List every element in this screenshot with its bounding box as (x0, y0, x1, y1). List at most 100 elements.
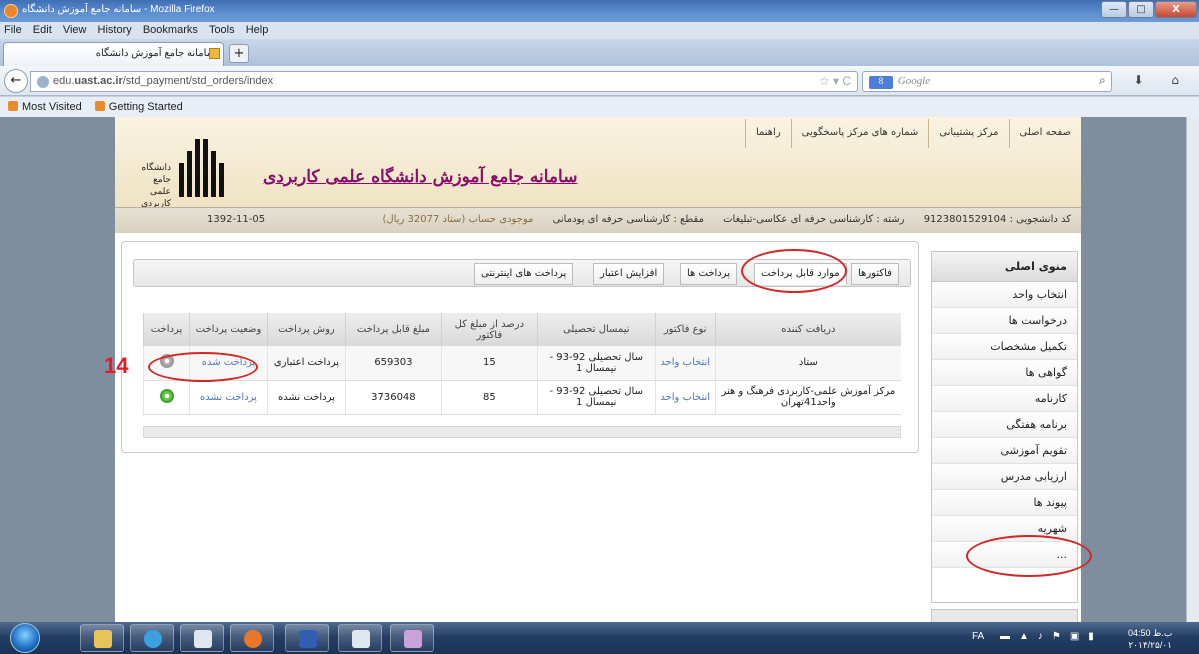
col-method[interactable]: روش پرداخت (266, 313, 346, 346)
toolbar-icons[interactable]: ⌕ ⬇ ⌂ (1099, 73, 1191, 88)
col-status[interactable]: وضعیت پرداخت (189, 313, 268, 346)
side-menu-item-transcript[interactable]: کارنامه (932, 386, 1077, 412)
nav-hotline[interactable]: شماره های مرکز پاسخگویی (790, 119, 929, 148)
table-row: ستاد انتخاب واحد سال تحصیلی 92-93 - نیمس… (142, 346, 901, 381)
tab-payments[interactable]: پرداخت ها (680, 263, 738, 285)
bookmark-getting-started[interactable]: Getting Started (94, 101, 183, 113)
side-menu-item-certificates[interactable]: گواهی ها (932, 360, 1077, 386)
minimize-button[interactable]: — (1101, 1, 1127, 18)
cell-type: انتخاب واحد (654, 380, 716, 415)
side-menu-item-course-selection[interactable]: انتخاب واحد (932, 282, 1077, 308)
cell-method: پرداخت اعتباری (266, 346, 346, 381)
annotation-circle-tuition-menu (966, 535, 1092, 577)
paint-icon (404, 630, 422, 648)
url-input[interactable]: edu.uast.ac.ir/std_payment/std_orders/in… (30, 71, 858, 92)
student-level: مقطع : کارشناسی حرفه ای پودمانی (552, 214, 704, 225)
side-menu-item-weekly-schedule[interactable]: برنامه هفتگی (932, 412, 1077, 438)
col-receiver[interactable]: دریافت کننده (714, 313, 901, 346)
firefox-icon (4, 4, 18, 18)
url-prefix: edu. (53, 75, 75, 87)
taskbar-explorer[interactable] (80, 624, 124, 652)
annotation-circle-paid-status (148, 352, 258, 382)
menu-edit[interactable]: Edit (29, 22, 56, 36)
folder-icon (94, 630, 112, 648)
nav-help[interactable]: راهنما (744, 119, 791, 148)
site-title[interactable]: سامانه جامع آموزش دانشگاه علمی کاربردی (263, 167, 577, 187)
logo-text: دانشگاه جامع علمی کاربردی (141, 163, 171, 209)
vertical-scrollbar[interactable] (1186, 117, 1199, 622)
window-titlebar: سامانه جامع آموزش دانشگاه - Mozilla Fire… (0, 0, 1199, 22)
tray-language[interactable]: FA (972, 631, 984, 642)
tray-clock[interactable]: 04:50 ب.ظ ۲۰۱۴/۲۵/۰۱ (1128, 627, 1172, 651)
menu-file[interactable]: File (0, 22, 26, 36)
new-tab-button[interactable]: + (229, 44, 249, 63)
cell-term: سال تحصیلی 92-93 - نیمسال 1 (536, 380, 656, 415)
nav-home[interactable]: صفحه اصلی (1008, 119, 1081, 148)
cell-method: پرداخت نشده (266, 380, 346, 415)
invoice-type-link[interactable]: انتخاب واحد (660, 357, 710, 368)
student-info-bar: کد دانشجویی : 9123801529104 رشته : کارشن… (115, 207, 1081, 233)
taskbar-word[interactable] (285, 624, 329, 652)
side-menu-item-teacher-evaluation[interactable]: ارزیابی مدرس (932, 464, 1077, 490)
menu-tools[interactable]: Tools (205, 22, 239, 36)
tray-icons[interactable]: ▬▲♪⚑▣▮ (1000, 631, 1103, 642)
col-invoice-type[interactable]: نوع فاکتور (654, 313, 716, 346)
taskbar-firefox[interactable] (230, 624, 274, 652)
search-input[interactable]: 8 Google (862, 71, 1112, 92)
browser-tab[interactable]: سامانه جامع آموزش دانشگاه (3, 42, 224, 66)
tab-internet-payments[interactable]: پرداخت های اینترنتی (474, 263, 574, 285)
bookmark-star-icon[interactable]: ☆ ▾ C (819, 74, 851, 88)
site-identity-icon (37, 76, 49, 88)
taskbar-app1[interactable] (180, 624, 224, 652)
taskbar-paint[interactable] (390, 624, 434, 652)
taskbar-ie[interactable] (130, 624, 174, 652)
student-major: رشته : کارشناسی حرفه ای عکاسی-تبلیغات (723, 214, 905, 225)
menu-bookmarks[interactable]: Bookmarks (139, 22, 202, 36)
menu-bar: File Edit View History Bookmarks Tools H… (0, 22, 1199, 39)
word-icon (299, 630, 317, 648)
cell-type: انتخاب واحد (654, 346, 716, 381)
site-container: صفحه اصلی مرکز پشتیبانی شماره های مرکز پ… (115, 117, 1081, 622)
side-menu-item-links[interactable]: پیوند ها (932, 490, 1077, 516)
top-navigation: صفحه اصلی مرکز پشتیبانی شماره های مرکز پ… (744, 119, 1081, 148)
cell-term: سال تحصیلی 92-93 - نیمسال 1 (536, 346, 656, 381)
side-menu-item-profile[interactable]: تکمیل مشخصات (932, 334, 1077, 360)
search-engine-icon[interactable]: 8 (869, 76, 893, 89)
start-button[interactable] (10, 623, 40, 653)
maximize-button[interactable]: □ (1128, 1, 1154, 18)
cell-amount: 3736048 (344, 380, 442, 415)
menu-help[interactable]: Help (242, 22, 273, 36)
invoice-type-link[interactable]: انتخاب واحد (660, 392, 710, 403)
pay-button-icon[interactable] (159, 388, 174, 403)
col-pay[interactable]: پرداخت (142, 313, 190, 346)
close-button[interactable]: X (1155, 1, 1197, 18)
cell-receiver: مرکز آموزش علمی-کاربردی فرهنگ و هنر واحد… (714, 380, 901, 415)
window-app-icon (194, 630, 212, 648)
bookmark-most-visited[interactable]: Most Visited (8, 101, 82, 113)
side-menu-header: منوی اصلی (932, 252, 1077, 282)
cell-receiver: ستاد (714, 346, 901, 381)
account-balance: موجودی حساب (ستاد 32077 ریال) (382, 214, 534, 225)
nav-support[interactable]: مرکز پشتیبانی (928, 119, 1008, 148)
menu-history[interactable]: History (94, 22, 136, 36)
side-menu-item-requests[interactable]: درخواست ها (932, 308, 1077, 334)
menu-view[interactable]: View (59, 22, 91, 36)
tab-invoices[interactable]: فاکتورها (851, 263, 899, 285)
url-path: /std_payment/std_orders/index (122, 75, 274, 87)
col-percent[interactable]: درصد از مبلغ کل فاکتور (440, 313, 538, 346)
cell-percent: 85 (440, 380, 538, 415)
page-favicon-icon (209, 48, 220, 59)
university-logo (177, 129, 229, 197)
back-button[interactable]: ← (4, 69, 28, 93)
window-app-icon (352, 630, 370, 648)
col-term[interactable]: نیمسال تحصیلی (536, 313, 656, 346)
taskbar-app2[interactable] (338, 624, 382, 652)
side-menu-item-calendar[interactable]: تقویم آموزشی (932, 438, 1077, 464)
cell-amount: 659303 (344, 346, 442, 381)
site-header: صفحه اصلی مرکز پشتیبانی شماره های مرکز پ… (115, 117, 1081, 209)
tab-credit-increase[interactable]: افزایش اعتبار (593, 263, 665, 285)
col-amount[interactable]: مبلغ قابل پرداخت (344, 313, 442, 346)
side-panel-secondary (931, 609, 1078, 622)
annotation-circle-payable-tab (741, 249, 847, 293)
page-viewport: صفحه اصلی مرکز پشتیبانی شماره های مرکز پ… (0, 117, 1186, 622)
